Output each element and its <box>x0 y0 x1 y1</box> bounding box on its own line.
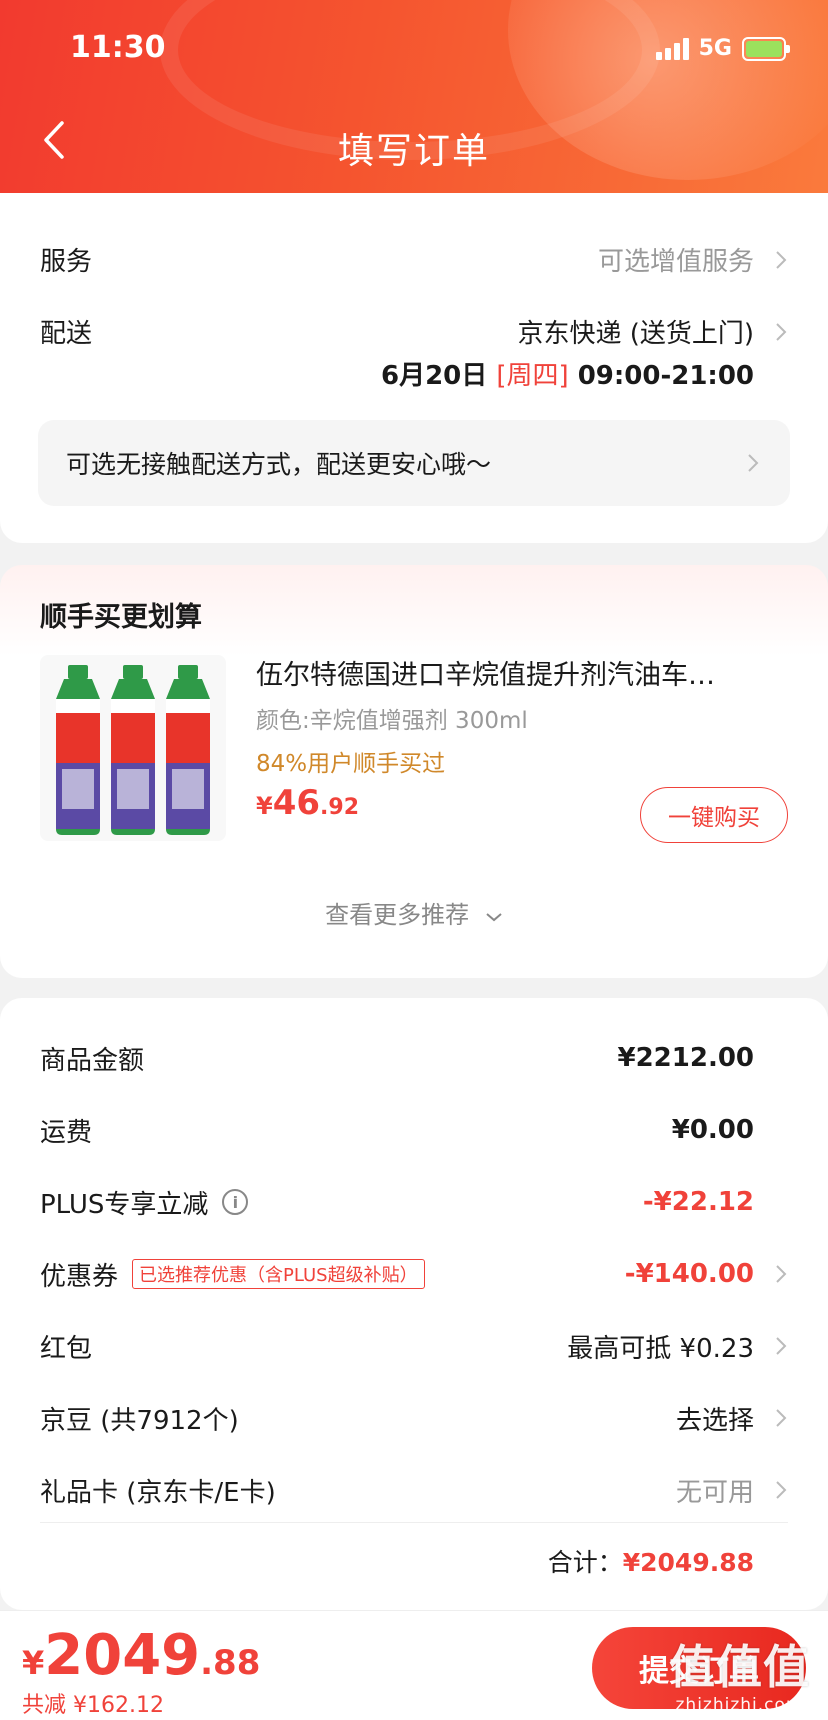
status-time: 11:30 <box>70 30 166 65</box>
chevron-right-icon <box>774 249 788 271</box>
price-integer: 46 <box>272 783 321 823</box>
product-spec: 颜色:辛烷值增强剂 300ml <box>256 708 528 734</box>
product-hint: 84%用户顺手买过 <box>256 751 446 777</box>
plus-discount-label: PLUS专享立减 <box>40 1189 209 1220</box>
total-label: 合计： <box>547 1548 623 1577</box>
chevron-right-icon <box>774 321 788 343</box>
bottle-image <box>111 665 155 835</box>
giftcard-label: 礼品卡 (京东卡/E卡) <box>40 1477 276 1508</box>
info-icon[interactable]: i <box>222 1189 249 1215</box>
submit-order-button[interactable]: 提交订单 <box>592 1627 806 1709</box>
coupon-tag: 已选推荐优惠（含PLUS超级补贴） <box>132 1259 425 1289</box>
network-type: 5G <box>698 36 732 61</box>
chevron-down-icon <box>486 913 502 922</box>
delivery-date: 6月20日 <box>380 361 488 391</box>
chevron-right-icon <box>746 452 760 474</box>
bottom-bar: ¥2049.88 共减 ¥162.12 提交订单 值值值 zhizhizhi.c… <box>0 1610 828 1720</box>
delivery-method: 京东快递 (送货上门) <box>517 319 754 349</box>
total-line: 合计：¥2049.88 <box>548 1543 754 1579</box>
more-recommend-label: 查看更多推荐 <box>325 901 470 929</box>
price-decimal: .88 <box>200 1643 261 1683</box>
redpacket-row[interactable]: 红包 最高可抵 ¥0.23 <box>40 1326 788 1366</box>
goods-amount-label: 商品金额 <box>40 1045 145 1076</box>
product-price: ¥46.92 <box>256 783 359 823</box>
bottle-image <box>166 665 210 835</box>
redpacket-label: 红包 <box>40 1333 93 1364</box>
chevron-right-icon <box>774 1335 788 1357</box>
battery-icon <box>742 36 790 61</box>
product-image[interactable] <box>40 655 226 841</box>
more-recommend-link[interactable]: 查看更多推荐 <box>0 895 828 930</box>
delivery-time-range: 09:00-21:00 <box>577 361 754 391</box>
contactless-notice[interactable]: 可选无接触配送方式，配送更安心哦～ <box>38 420 790 506</box>
service-value: 可选增值服务 <box>597 247 754 277</box>
notice-text: 可选无接触配送方式，配送更安心哦～ <box>66 450 492 479</box>
divider <box>40 1522 788 1523</box>
coupon-label: 优惠券 <box>40 1261 119 1292</box>
jingdou-row[interactable]: 京豆 (共7912个) 去选择 <box>40 1398 788 1438</box>
recommend-title: 顺手买更划算 <box>40 602 202 633</box>
signal-icon <box>655 37 689 60</box>
payable-price: ¥2049.88 <box>22 1623 260 1688</box>
service-row[interactable]: 服务 可选增值服务 <box>40 241 788 278</box>
coupon-row[interactable]: 优惠券 已选推荐优惠（含PLUS超级补贴） -¥140.00 <box>40 1254 788 1294</box>
page-title: 填写订单 <box>337 131 490 172</box>
plus-discount-value: -¥22.12 <box>642 1187 754 1217</box>
chevron-right-icon <box>774 1479 788 1501</box>
jingdou-value: 去选择 <box>675 1405 754 1436</box>
shipping-fee-value: ¥0.00 <box>671 1115 754 1145</box>
price-symbol: ¥ <box>22 1644 45 1682</box>
recommend-card: 顺手买更划算 伍尔特德国进口辛烷值提升剂汽油车… 颜色:辛烷值增强剂 300ml… <box>0 565 828 978</box>
delivery-time[interactable]: 6月20日 [周四] 09:00-21:00 <box>381 355 754 392</box>
delivery-card: 服务 可选增值服务 配送 京东快递 (送货上门) 6月20日 [周四] 09:0… <box>0 193 828 543</box>
total-value: ¥2049.88 <box>622 1548 754 1577</box>
giftcard-value: 无可用 <box>675 1477 754 1508</box>
header-bar: 11:30 5G 填写订单 <box>0 0 828 193</box>
delivery-weekday: [周四] <box>496 361 569 391</box>
price-symbol: ¥ <box>256 792 273 820</box>
chevron-right-icon <box>774 1407 788 1429</box>
coupon-value: -¥140.00 <box>624 1259 754 1289</box>
price-integer: 2049 <box>44 1623 201 1688</box>
goods-amount-row: 商品金额 ¥2212.00 <box>40 1038 788 1078</box>
bottle-image <box>56 665 100 835</box>
plus-discount-row: PLUS专享立减 i -¥22.12 <box>40 1182 788 1222</box>
jingdou-label: 京豆 (共7912个) <box>40 1405 239 1436</box>
redpacket-value: 最高可抵 ¥0.23 <box>567 1333 754 1364</box>
total-saved: 共减 ¥162.12 <box>22 1693 164 1718</box>
service-label: 服务 <box>40 247 93 277</box>
giftcard-row[interactable]: 礼品卡 (京东卡/E卡) 无可用 <box>40 1470 788 1510</box>
shipping-fee-label: 运费 <box>40 1117 93 1148</box>
delivery-label: 配送 <box>40 319 93 349</box>
one-click-buy-button[interactable]: 一键购买 <box>640 787 788 843</box>
status-indicators: 5G <box>655 36 790 61</box>
price-decimal: .92 <box>320 795 360 820</box>
fees-card: 商品金额 ¥2212.00 运费 ¥0.00 PLUS专享立减 i -¥22.1… <box>0 998 828 1610</box>
product-name[interactable]: 伍尔特德国进口辛烷值提升剂汽油车… <box>256 653 776 692</box>
delivery-row[interactable]: 配送 京东快递 (送货上门) <box>40 313 788 350</box>
goods-amount-value: ¥2212.00 <box>617 1043 754 1073</box>
shipping-fee-row: 运费 ¥0.00 <box>40 1110 788 1150</box>
chevron-right-icon <box>774 1263 788 1285</box>
